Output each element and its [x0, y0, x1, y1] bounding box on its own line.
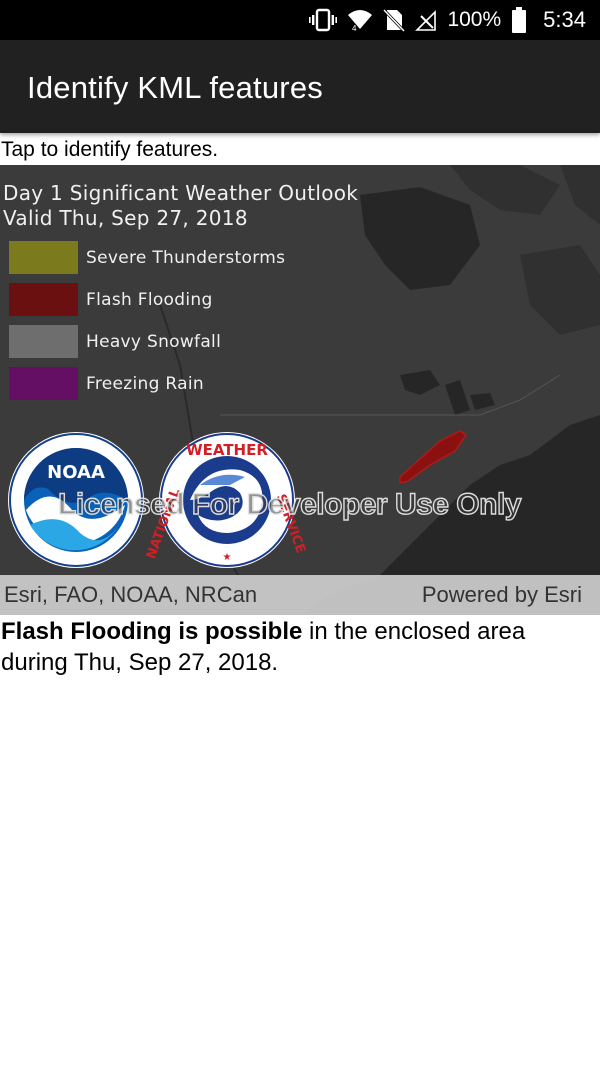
- legend-label-severe-thunderstorms: Severe Thunderstorms: [86, 248, 286, 268]
- app-title: Identify KML features: [27, 70, 323, 105]
- wifi-icon: 4: [348, 10, 373, 32]
- clock: 5:34: [543, 7, 586, 32]
- vibrate-icon: [309, 8, 338, 32]
- battery-percent: 100%: [447, 8, 502, 31]
- legend-subtitle: Valid Thu, Sep 27, 2018: [3, 206, 248, 230]
- legend-swatch-severe-thunderstorms: [9, 241, 78, 274]
- legend-title: Day 1 Significant Weather Outlook: [3, 181, 359, 205]
- svg-text:★: ★: [223, 552, 232, 563]
- identify-result: Flash Flooding is possible in the enclos…: [1, 616, 597, 678]
- attribution-text: Esri, FAO, NOAA, NRCan: [4, 582, 258, 607]
- legend-swatch-heavy-snowfall: [9, 325, 78, 358]
- svg-text:WEATHER: WEATHER: [186, 441, 268, 459]
- legend-label-heavy-snowfall: Heavy Snowfall: [86, 332, 222, 352]
- legend-label-freezing-rain: Freezing Rain: [86, 374, 204, 394]
- legend-swatch-freezing-rain: [9, 367, 78, 400]
- powered-by-esri[interactable]: Powered by Esri: [422, 582, 582, 608]
- map-view[interactable]: NOAA WEATHER NATIONAL SERVICE ★ Day 1 Si…: [0, 165, 600, 615]
- status-bar: 4 100% 5:34: [0, 0, 600, 40]
- battery-full-icon: [512, 7, 527, 33]
- legend-swatch-flash-flooding: [9, 283, 78, 316]
- license-watermark: Licensed For Developer Use Only: [57, 487, 522, 521]
- instruction-text: Tap to identify features.: [1, 138, 219, 161]
- cell-signal-off-icon: [415, 10, 437, 31]
- svg-text:NOAA: NOAA: [47, 462, 105, 483]
- result-bold: Flash Flooding is possible: [1, 618, 303, 645]
- svg-text:4: 4: [352, 24, 357, 32]
- no-sim-icon: [383, 8, 406, 32]
- app-bar: Identify KML features: [0, 40, 600, 133]
- attribution-bar: Esri, FAO, NOAA, NRCan Powered by Esri: [0, 575, 600, 615]
- legend-label-flash-flooding: Flash Flooding: [86, 290, 213, 310]
